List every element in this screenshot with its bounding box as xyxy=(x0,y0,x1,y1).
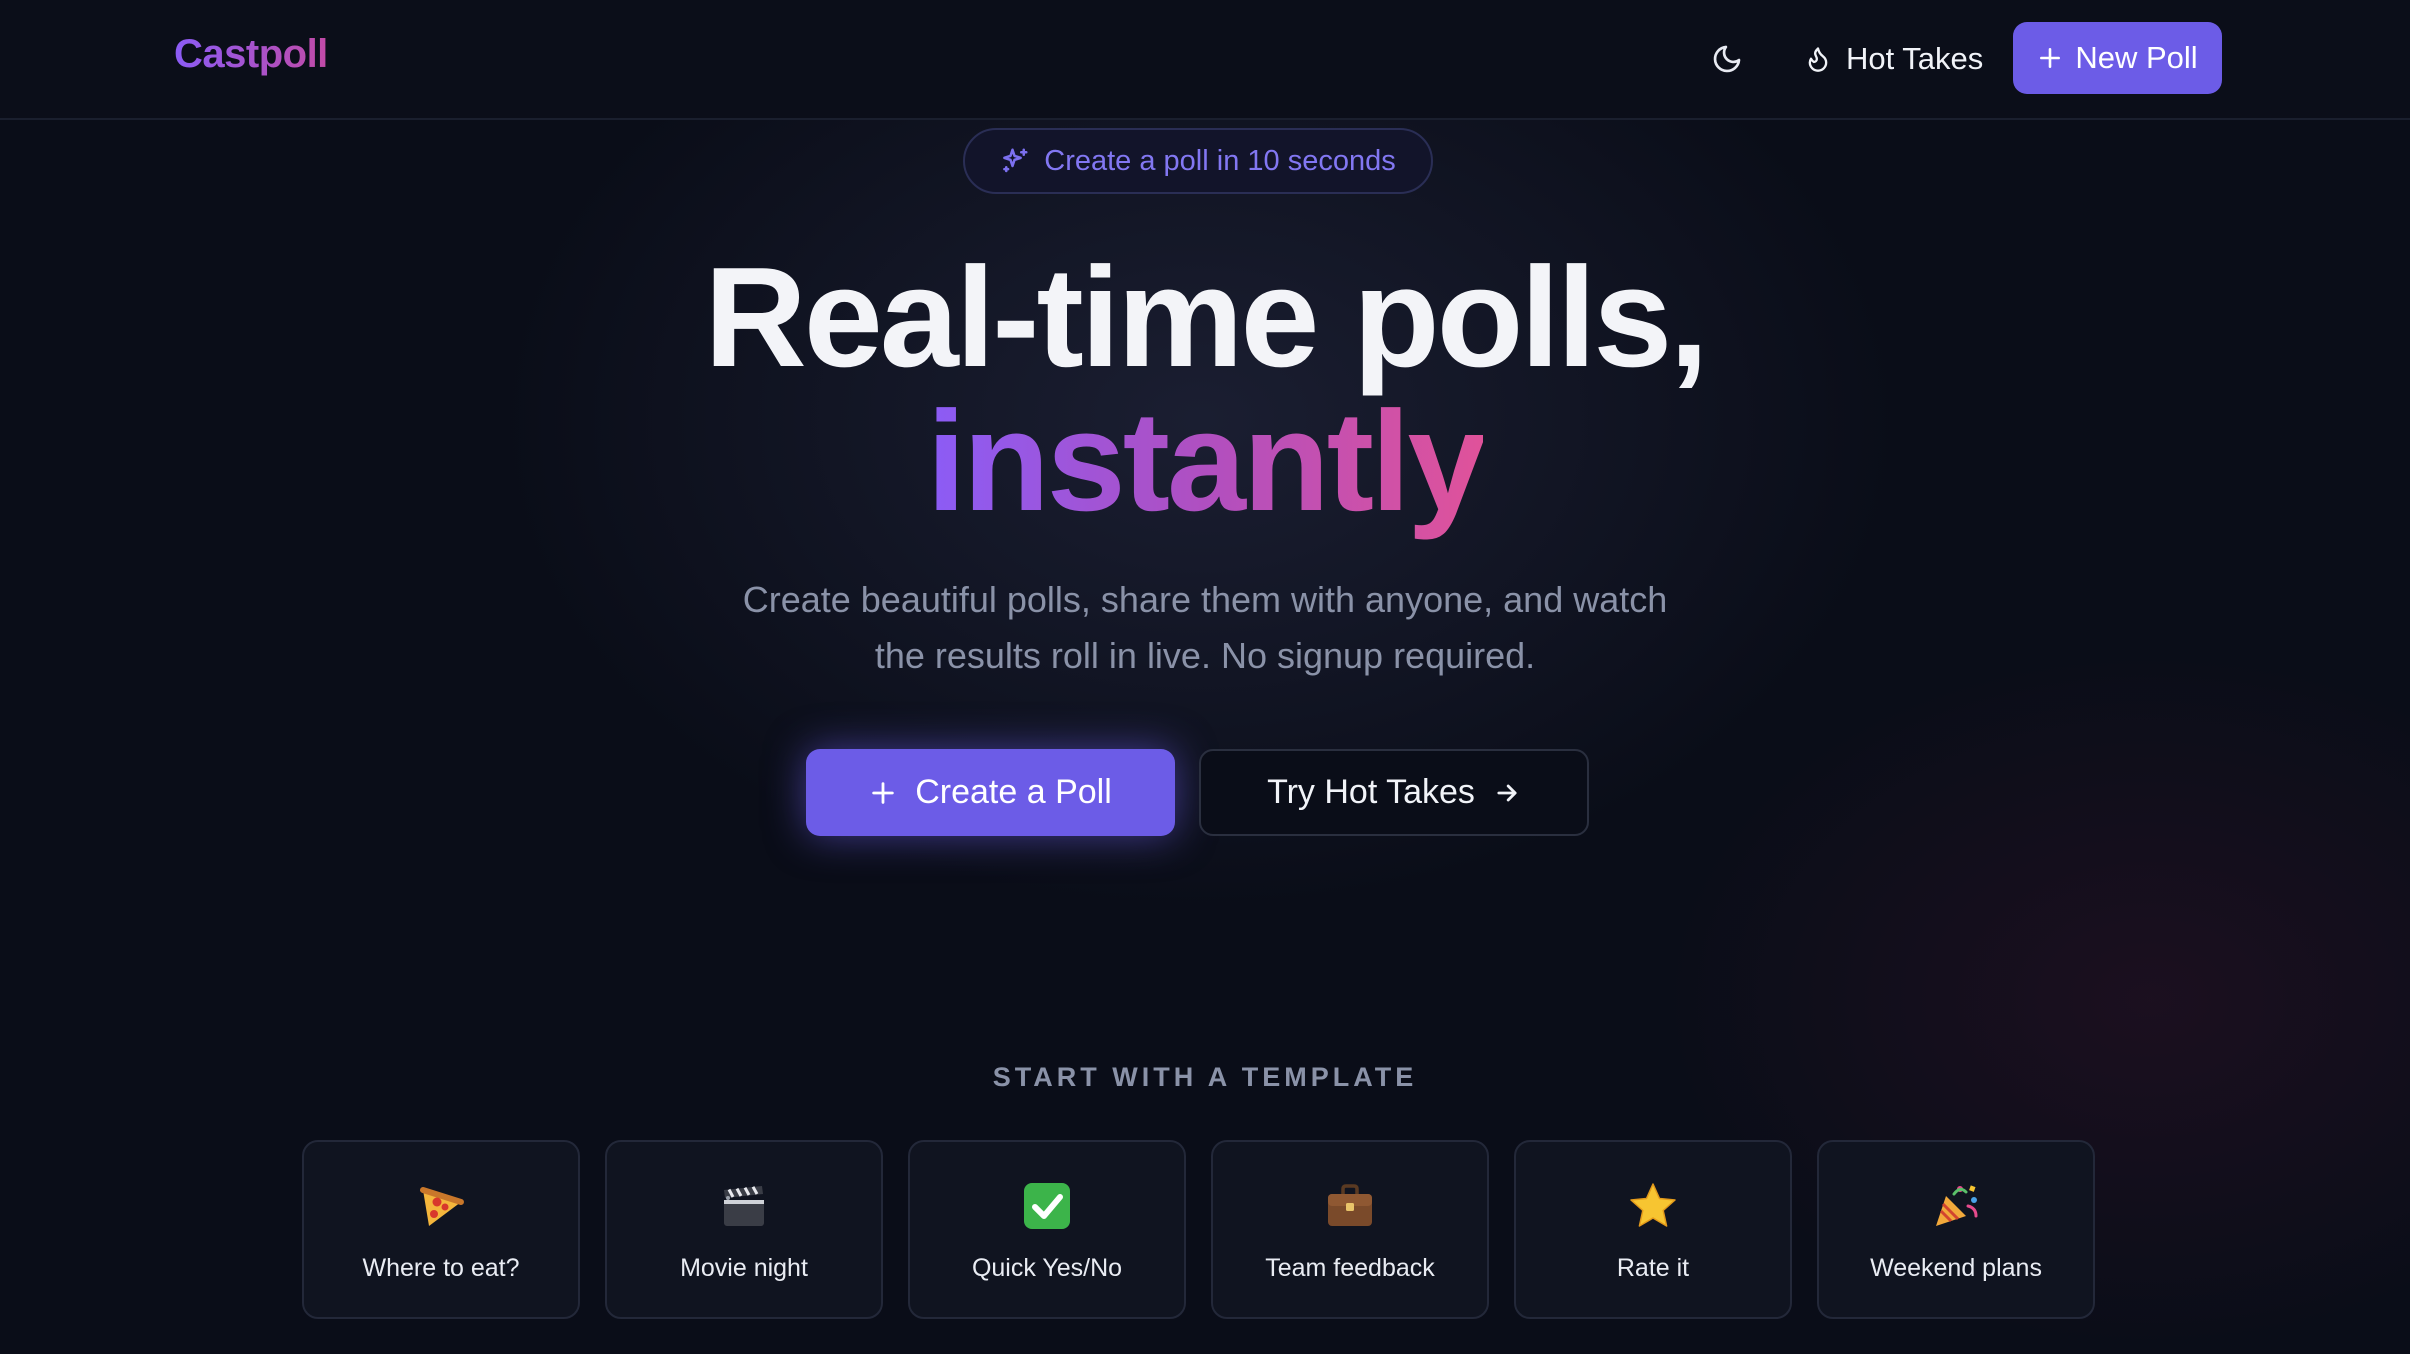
plus-icon xyxy=(2040,48,2061,68)
template-label: Where to eat? xyxy=(362,1254,520,1282)
template-label: Quick Yes/No xyxy=(971,1254,1123,1282)
arrow-right-icon xyxy=(1497,784,1517,801)
create-poll-button[interactable]: Create a Poll xyxy=(806,749,1175,836)
new-poll-label: New Poll xyxy=(2075,40,2198,75)
try-hot-takes-button[interactable]: Try Hot Takes xyxy=(1199,749,1589,836)
try-hot-takes-label: Try Hot Takes xyxy=(1267,773,1475,811)
pizza-icon xyxy=(415,1178,467,1234)
template-label: Rate it xyxy=(1616,1254,1690,1282)
template-label: Movie night xyxy=(680,1254,808,1282)
template-card-weekend-plans[interactable]: Weekend plans xyxy=(1817,1140,2095,1319)
template-card-movie-night[interactable]: Movie night xyxy=(605,1140,883,1319)
star-icon xyxy=(1627,1178,1679,1234)
plus-icon xyxy=(872,781,894,804)
sparkles-icon xyxy=(1003,148,1028,173)
template-card-team-feedback[interactable]: Team feedback xyxy=(1211,1140,1489,1319)
party-popper-icon xyxy=(1930,1178,1982,1234)
briefcase-icon xyxy=(1324,1178,1376,1234)
template-label: Weekend plans xyxy=(1870,1254,2042,1282)
promo-pill-text: Create a poll in 10 seconds xyxy=(1044,144,1396,177)
moon-icon xyxy=(1713,45,1741,73)
hero-headline-line2: instantly xyxy=(0,382,2410,542)
clapperboard-icon xyxy=(718,1178,770,1234)
top-navigation-bar: Castpoll Hot Takes New Poll xyxy=(0,0,2410,120)
templates-heading: START WITH A TEMPLATE xyxy=(992,1062,1418,1092)
template-card-rate-it[interactable]: Rate it xyxy=(1514,1140,1792,1319)
hero-headline-line1: Real-time polls, xyxy=(704,238,1708,397)
template-card-quick-yes-no[interactable]: Quick Yes/No xyxy=(908,1140,1186,1319)
hero-subtitle-line2: the results roll in live. No signup requ… xyxy=(874,635,1536,676)
hero-subtitle-line1: Create beautiful polls, share them with … xyxy=(742,579,1668,620)
new-poll-button[interactable]: New Poll xyxy=(2013,22,2222,94)
create-poll-label: Create a Poll xyxy=(915,773,1112,811)
promo-pill: Create a poll in 10 seconds xyxy=(963,128,1433,194)
hot-takes-link[interactable]: Hot Takes xyxy=(1794,26,1993,92)
hot-takes-label: Hot Takes xyxy=(1846,41,1984,76)
theme-toggle-button[interactable] xyxy=(1700,32,1754,86)
hero-headline-highlight: instantly xyxy=(926,382,1487,541)
brand-logo[interactable]: Castpoll xyxy=(174,32,328,77)
flame-icon xyxy=(1808,47,1828,72)
check-mark-icon xyxy=(1021,1178,1073,1234)
template-card-where-to-eat[interactable]: Where to eat? xyxy=(302,1140,580,1319)
template-list: Where to eat? Movie night Quick Yes/No T… xyxy=(302,1140,2095,1319)
template-label: Team feedback xyxy=(1265,1254,1435,1282)
hero-subtitle: Create beautiful polls, share them with … xyxy=(0,572,2410,684)
